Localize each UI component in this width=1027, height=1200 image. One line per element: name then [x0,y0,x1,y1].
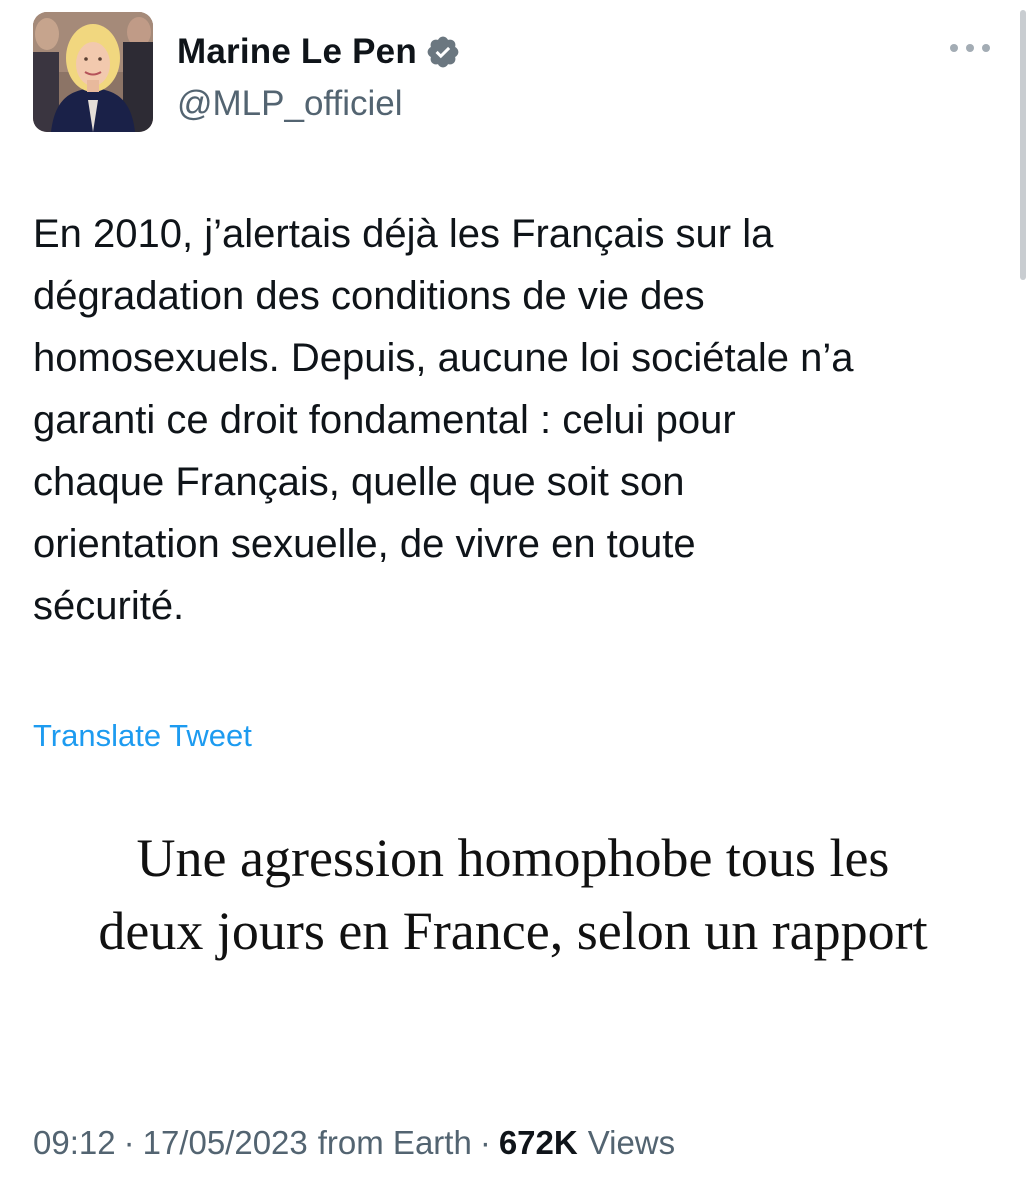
views-count[interactable]: 672K [499,1124,578,1162]
tweet-source: from Earth [317,1124,472,1161]
translate-tweet-link[interactable]: Translate Tweet [33,718,252,754]
verified-badge-icon [427,36,459,68]
tweet-media-image[interactable]: Une agression homophobe tous les deux jo… [33,800,993,1060]
tweet-metadata: 09:12 · 17/05/2023 from Earth · 672K Vie… [33,1124,675,1162]
separator: · [123,1124,135,1161]
tweet-text: En 2010, j’alertais déjà les Français su… [33,212,854,628]
tweet-header: Marine Le Pen @MLP_officiel [33,12,993,134]
media-headline: Une agression homophobe tous les deux jo… [98,828,928,961]
avatar[interactable] [33,12,153,132]
separator: · [479,1124,491,1161]
more-options-icon[interactable] [947,36,993,60]
display-name[interactable]: Marine Le Pen [177,32,417,72]
handle[interactable]: @MLP_officiel [177,84,403,124]
scrollbar[interactable] [1019,0,1027,1200]
avatar-photo [33,12,153,132]
views-label[interactable]: Views [588,1124,675,1162]
tweet-date[interactable]: 17/05/2023 [143,1124,308,1162]
tweet-time[interactable]: 09:12 [33,1124,116,1162]
scrollbar-thumb[interactable] [1020,10,1026,280]
